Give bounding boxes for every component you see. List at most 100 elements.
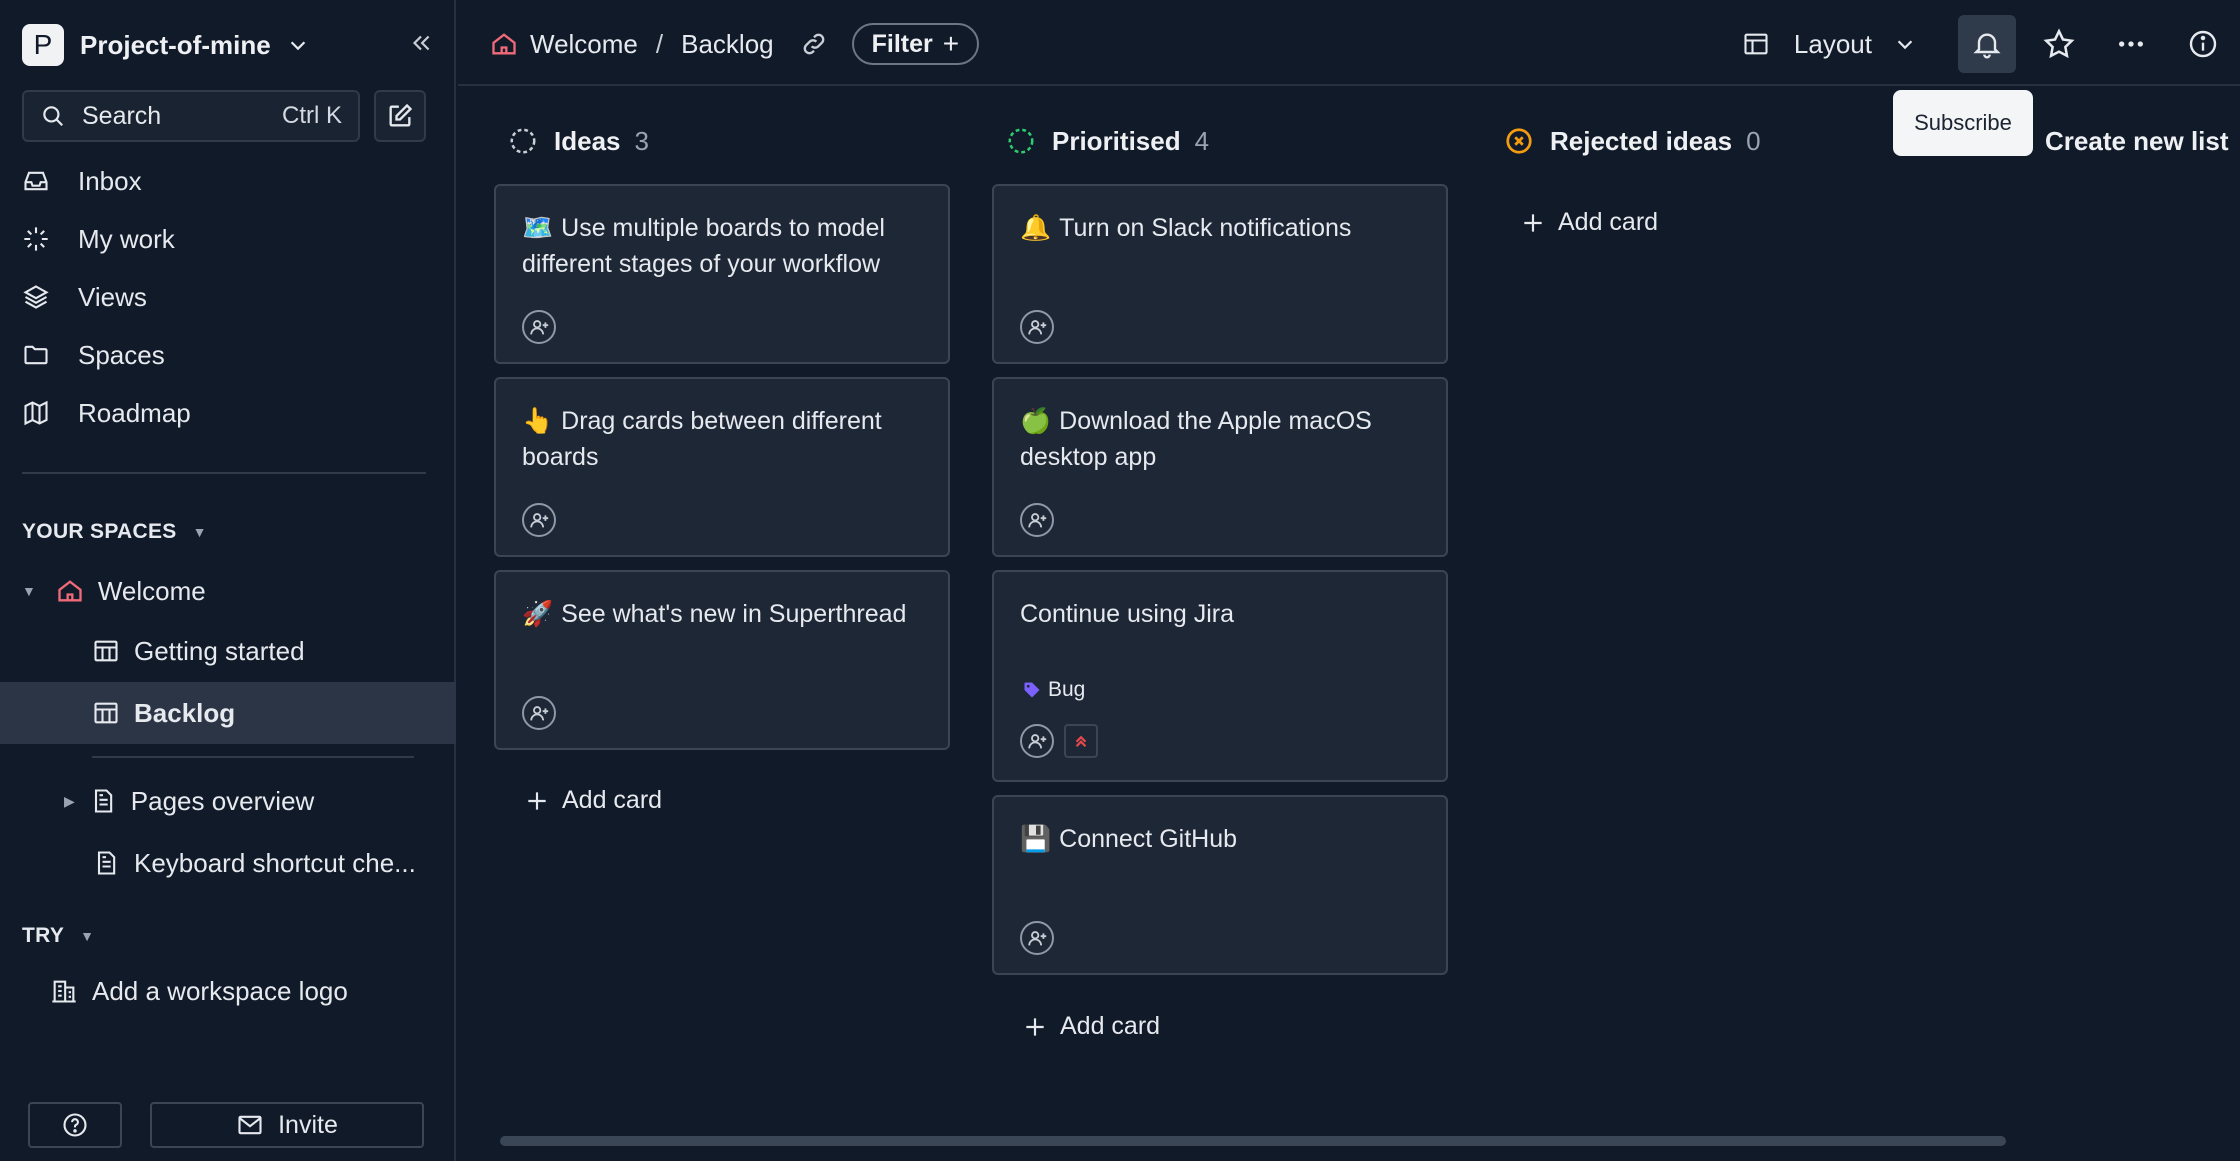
add-workspace-logo[interactable]: Add a workspace logo xyxy=(0,960,456,1022)
assign-user-icon[interactable] xyxy=(522,503,556,537)
column-count: 0 xyxy=(1746,125,1761,156)
page-label: Pages overview xyxy=(130,785,315,816)
space-welcome[interactable]: ▼ Welcome xyxy=(0,560,456,622)
column-header[interactable]: Rejected ideas 0 xyxy=(1490,120,1946,162)
status-rejected-icon xyxy=(1504,126,1534,156)
page-label: Keyboard shortcut che... xyxy=(134,847,416,878)
assign-user-icon[interactable] xyxy=(1020,503,1054,537)
help-button[interactable] xyxy=(28,1102,122,1148)
assign-user-icon[interactable] xyxy=(1020,921,1054,955)
building-icon xyxy=(50,977,78,1005)
column-count: 4 xyxy=(1194,125,1210,156)
nav-item-roadmap[interactable]: Roadmap xyxy=(22,384,434,442)
link-icon[interactable] xyxy=(800,30,828,58)
caret-down-icon: ▼ xyxy=(22,583,36,599)
create-new-list-button[interactable]: Create new list xyxy=(2045,126,2229,157)
inbox-icon xyxy=(22,167,78,195)
board-icon xyxy=(92,637,120,665)
assign-user-icon[interactable] xyxy=(1020,310,1054,344)
page-backlog[interactable]: Backlog xyxy=(0,682,456,744)
page-getting-started[interactable]: Getting started xyxy=(0,620,456,682)
your-spaces-header[interactable]: YOUR SPACES ▼ xyxy=(22,520,207,544)
search-label: Search xyxy=(82,101,162,130)
column-name: Ideas xyxy=(554,125,621,156)
card-title: 🗺️ Use multiple boards to model different… xyxy=(522,214,885,278)
assign-user-icon[interactable] xyxy=(1020,724,1054,758)
sparkle-icon xyxy=(22,225,78,253)
column-header[interactable]: Ideas 3 xyxy=(494,120,950,162)
filter-button[interactable]: Filter + xyxy=(851,23,980,65)
page-keyboard-shortcuts[interactable]: Keyboard shortcut che... xyxy=(0,832,456,894)
app-root: P Project-of-mine Search Ctrl K Inbox My… xyxy=(0,0,2240,1161)
compose-icon xyxy=(386,102,414,130)
tag-badge[interactable]: Bug xyxy=(1022,678,1085,702)
card[interactable]: 🔔 Turn on Slack notifications xyxy=(992,184,1448,364)
add-card-button[interactable]: Add card xyxy=(524,786,662,815)
subscribe-button[interactable] xyxy=(1958,15,2016,73)
card[interactable]: 🗺️ Use multiple boards to model different… xyxy=(494,184,950,364)
top-bar: Welcome / Backlog Filter + Layout xyxy=(458,0,2240,86)
sidebar-divider xyxy=(22,472,426,474)
card[interactable]: Continue using Jira Bug xyxy=(992,570,1448,782)
card-title: Continue using Jira xyxy=(1020,600,1235,628)
assign-user-icon[interactable] xyxy=(522,696,556,730)
tag-icon xyxy=(1024,682,1040,698)
help-icon xyxy=(61,1111,89,1139)
page-pages-overview[interactable]: ▶ Pages overview xyxy=(0,770,456,832)
priority-high-icon[interactable] xyxy=(1064,724,1098,758)
card-emoji: 🚀 xyxy=(522,600,554,628)
info-button[interactable] xyxy=(2174,15,2232,73)
nav-item-label: Views xyxy=(78,281,147,312)
horizontal-scrollbar[interactable] xyxy=(500,1136,2006,1146)
new-page-button[interactable] xyxy=(374,90,426,142)
plus-icon xyxy=(1026,1017,1044,1036)
document-icon xyxy=(89,787,117,815)
nav-item-my-work[interactable]: My work xyxy=(22,210,434,268)
column-name: Rejected ideas xyxy=(1550,125,1733,156)
status-in-progress-icon xyxy=(1006,126,1036,156)
workspace-switcher[interactable]: P Project-of-mine xyxy=(22,22,434,68)
layout-button[interactable]: Layout xyxy=(1742,29,1916,60)
card-emoji: 🍏 xyxy=(1020,407,1052,435)
nav-item-inbox[interactable]: Inbox xyxy=(22,152,434,210)
add-card-label: Add card xyxy=(562,786,663,814)
more-button[interactable] xyxy=(2102,15,2160,73)
card[interactable]: 👆 Drag cards between different boards xyxy=(494,377,950,557)
search-shortcut: Ctrl K xyxy=(282,102,342,129)
top-actions: Layout xyxy=(1742,14,2240,74)
try-header[interactable]: TRY ▼ xyxy=(22,924,94,948)
assign-user-icon[interactable] xyxy=(522,310,556,344)
tree-divider xyxy=(92,756,414,758)
breadcrumb: Welcome / Backlog Filter + xyxy=(490,22,980,66)
main-nav: Inbox My work Views Spaces Roadmap xyxy=(22,152,434,442)
status-open-icon xyxy=(508,126,538,156)
favorite-button[interactable] xyxy=(2030,15,2088,73)
card[interactable]: 💾 Connect GitHub xyxy=(992,795,1448,975)
plus-icon xyxy=(528,791,546,810)
nav-item-views[interactable]: Views xyxy=(22,268,434,326)
add-card-button[interactable]: Add card xyxy=(1520,208,1658,237)
card[interactable]: 🚀 See what's new in Superthread xyxy=(494,570,950,750)
breadcrumb-page[interactable]: Backlog xyxy=(681,29,774,60)
sidebar-footer: Invite xyxy=(28,1102,424,1148)
add-card-button[interactable]: Add card xyxy=(1022,1012,1160,1041)
nav-item-label: My work xyxy=(78,223,175,254)
invite-button[interactable]: Invite xyxy=(150,1102,424,1148)
search-input[interactable]: Search Ctrl K xyxy=(22,90,360,142)
breadcrumb-space[interactable]: Welcome xyxy=(530,29,638,60)
layers-icon xyxy=(22,283,78,311)
sidebar: P Project-of-mine Search Ctrl K Inbox My… xyxy=(0,0,456,1161)
column-header[interactable]: Prioritised 4 xyxy=(992,120,1448,162)
collapse-sidebar-icon[interactable] xyxy=(408,30,434,56)
try-item-label: Add a workspace logo xyxy=(92,975,348,1006)
card-emoji: 🗺️ xyxy=(522,214,554,242)
caret-down-icon: ▼ xyxy=(192,524,207,540)
nav-item-spaces[interactable]: Spaces xyxy=(22,326,434,384)
card-title: 💾 Connect GitHub xyxy=(1020,825,1238,853)
card-title: 🚀 See what's new in Superthread xyxy=(522,600,907,628)
card[interactable]: 🍏 Download the Apple macOS desktop app xyxy=(992,377,1448,557)
board-icon xyxy=(1742,30,1770,58)
nav-item-label: Roadmap xyxy=(78,397,191,428)
card-emoji: 🔔 xyxy=(1020,214,1052,242)
bell-icon xyxy=(1971,28,2003,60)
